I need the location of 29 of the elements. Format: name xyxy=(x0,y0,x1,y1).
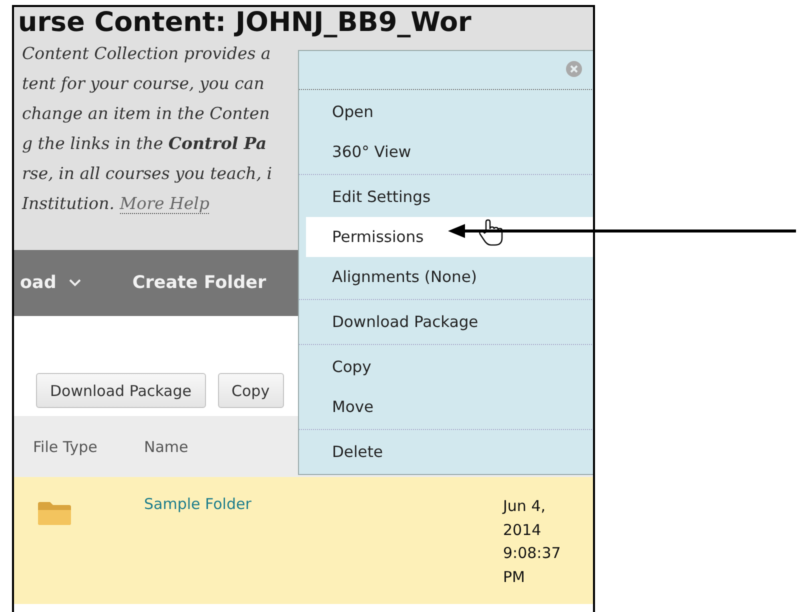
description-line: tent for your course, you can xyxy=(22,74,264,93)
file-name-link[interactable]: Sample Folder xyxy=(144,495,252,513)
menu-item[interactable]: 360° View xyxy=(306,132,593,172)
menu-item[interactable]: Alignments (None) xyxy=(306,257,593,297)
hand-cursor-icon xyxy=(478,218,504,248)
description-line: change an item in the Conten xyxy=(22,104,270,123)
page-title: urse Content: JOHNJ_BB9_Wor xyxy=(18,7,472,39)
column-header[interactable]: File Type xyxy=(14,438,144,456)
folder-icon xyxy=(37,501,73,526)
menu-item[interactable]: Move xyxy=(306,387,593,427)
menu-item[interactable]: Download Package xyxy=(306,302,593,342)
column-header[interactable]: Name xyxy=(144,438,188,456)
menu-item[interactable]: Copy xyxy=(306,347,593,387)
close-icon[interactable] xyxy=(566,61,582,77)
toolbar-button[interactable]: oad xyxy=(20,273,82,293)
date-cell-text: Jun 4, 2014 9:08:37 PM xyxy=(503,496,562,588)
more-help-link[interactable]: More Help xyxy=(120,194,210,214)
menu-item[interactable]: Permissions xyxy=(306,217,593,257)
action-button[interactable]: Download Package xyxy=(36,373,206,408)
menu-item[interactable]: Edit Settings xyxy=(306,177,593,217)
toolbar-button[interactable]: Create Folder xyxy=(132,273,266,293)
action-button[interactable]: Copy xyxy=(218,373,284,408)
menu-item[interactable]: Open xyxy=(306,92,593,132)
description-line: rse, in all courses you teach, i xyxy=(22,164,272,183)
description-line: Institution. xyxy=(22,194,114,213)
description-line: g the links in the Control Pa xyxy=(22,134,267,153)
description-line: Content Collection provides a xyxy=(22,44,271,63)
menu-item[interactable]: Delete xyxy=(306,432,593,472)
chevron-down-icon xyxy=(68,278,82,288)
